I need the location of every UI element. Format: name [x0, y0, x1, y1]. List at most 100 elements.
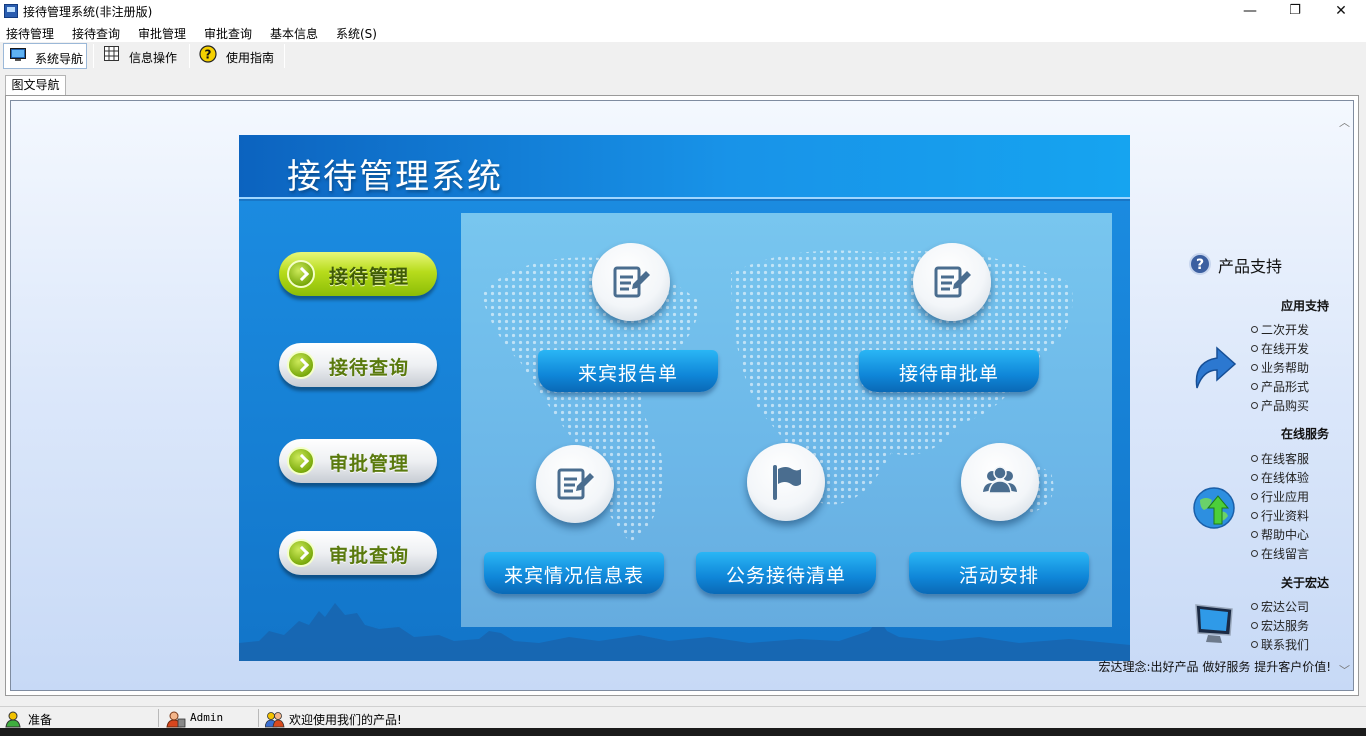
globe-upload-icon: [1193, 487, 1235, 529]
link-online-dev[interactable]: 在线开发: [1251, 340, 1309, 357]
about-hongda-title: 关于宏达: [1281, 576, 1330, 590]
product-support-heading: 产品支持: [1218, 257, 1283, 276]
arrow-right-icon: [287, 447, 315, 475]
app-icon: [4, 4, 18, 18]
application-window: 接待管理系统(非注册版) — ❐ ✕ 接待管理 接待查询 审批管理 审批查询 基…: [0, 0, 1366, 736]
app-support-title: 应用支持: [1281, 299, 1330, 313]
official-reception-tile[interactable]: [747, 443, 825, 521]
menu-system[interactable]: 系统(S): [336, 25, 377, 42]
link-online-message[interactable]: 在线留言: [1251, 545, 1309, 562]
status-separator: [158, 709, 159, 727]
maximize-button[interactable]: ❐: [1272, 0, 1318, 23]
link-help-center[interactable]: 帮助中心: [1251, 526, 1309, 543]
people-icon: [983, 466, 1017, 494]
svg-text:?: ?: [205, 48, 212, 62]
guest-report-button[interactable]: 来宾报告单: [538, 350, 718, 392]
status-user-icon: [5, 711, 21, 728]
reception-approval-button[interactable]: 接待审批单: [859, 350, 1039, 392]
grid-icon: [104, 46, 119, 61]
close-button[interactable]: ✕: [1318, 0, 1364, 23]
document-edit-icon: [613, 266, 650, 298]
banner-body: 接待管理 接待查询 审批管理 审批查询 来宾报告单 接待审批单 来宾情况信息表 …: [239, 201, 1130, 661]
question-icon: ?: [1189, 253, 1211, 275]
help-icon: ?: [199, 45, 217, 63]
menu-basic-info[interactable]: 基本信息: [270, 25, 318, 42]
banner-title: 接待管理系统: [287, 157, 503, 197]
link-product-form[interactable]: 产品形式: [1251, 378, 1309, 395]
menu-approval-query[interactable]: 审批查询: [204, 25, 252, 42]
function-tiles-area: 来宾报告单 接待审批单 来宾情况信息表 公务接待清单 活动安排: [461, 213, 1112, 627]
arrow-right-icon: [287, 539, 315, 567]
title-bar[interactable]: 接待管理系统(非注册版) — ❐ ✕: [0, 0, 1366, 23]
guest-info-label: 来宾情况信息表: [503, 565, 644, 587]
curved-arrow-icon: [1195, 346, 1237, 389]
main-panel: 接待管理系统 接待管理 接待查询 审批管理 审批查询 来宾报告单 接待审批单 来…: [5, 95, 1359, 696]
menu-bar: 接待管理 接待查询 审批管理 审批查询 基本信息 系统(S): [0, 23, 1366, 42]
guest-info-tile[interactable]: [536, 445, 614, 523]
official-reception-button[interactable]: 公务接待清单: [696, 552, 876, 594]
document-edit-icon: [934, 266, 971, 298]
svg-text:?: ?: [1196, 257, 1204, 273]
arrow-right-icon: [287, 351, 315, 379]
link-business-help[interactable]: 业务帮助: [1251, 359, 1309, 376]
system-nav-button[interactable]: 系统导航: [3, 43, 87, 69]
toolbar-separator: [284, 44, 285, 68]
navigation-canvas: 接待管理系统 接待管理 接待查询 审批管理 审批查询 来宾报告单 接待审批单 来…: [10, 100, 1354, 691]
user-guide-button[interactable]: ? 使用指南: [195, 43, 283, 69]
menu-reception-query[interactable]: 接待查询: [72, 25, 120, 42]
reception-manage-button[interactable]: 接待管理: [279, 252, 437, 296]
scroll-down-icon[interactable]: ﹀: [1339, 665, 1350, 676]
banner-header: 接待管理系统: [239, 135, 1130, 199]
computer-monitor-icon: [1195, 604, 1233, 643]
reception-approval-label: 接待审批单: [898, 363, 999, 385]
activity-arrangement-tile[interactable]: [961, 443, 1039, 521]
approval-manage-button[interactable]: 审批管理: [279, 439, 437, 483]
link-contact-us[interactable]: 联系我们: [1251, 636, 1309, 653]
approval-query-button[interactable]: 审批查询: [279, 531, 437, 575]
guest-report-tile[interactable]: [592, 243, 670, 321]
arrow-right-icon: [287, 260, 315, 288]
menu-approval-manage[interactable]: 审批管理: [138, 25, 186, 42]
link-online-support[interactable]: 在线客服: [1251, 450, 1309, 467]
status-message-text: 欢迎使用我们的产品!: [289, 713, 402, 727]
link-hongda-service[interactable]: 宏达服务: [1251, 617, 1309, 634]
link-online-trial[interactable]: 在线体验: [1251, 469, 1309, 486]
reception-query-label: 接待查询: [329, 357, 410, 379]
link-hongda-company[interactable]: 宏达公司: [1251, 598, 1309, 615]
official-reception-label: 公务接待清单: [725, 565, 846, 587]
window-title: 接待管理系统(非注册版): [23, 5, 153, 19]
reception-approval-tile[interactable]: [913, 243, 991, 321]
vertical-scrollbar[interactable]: ︿ ﹀: [1336, 101, 1353, 690]
reception-query-button[interactable]: 接待查询: [279, 343, 437, 387]
status-bar: 准备 Admin 欢迎使用我们的产品!: [0, 706, 1366, 728]
system-banner: 接待管理系统 接待管理 接待查询 审批管理 审批查询 来宾报告单 接待审批单 来…: [239, 135, 1130, 661]
link-product-purchase[interactable]: 产品购买: [1251, 397, 1309, 414]
link-industry-app[interactable]: 行业应用: [1251, 488, 1309, 505]
document-edit-icon: [557, 468, 594, 500]
reception-manage-label: 接待管理: [329, 266, 410, 288]
info-operation-button[interactable]: 信息操作: [99, 43, 183, 69]
link-industry-data[interactable]: 行业资料: [1251, 507, 1309, 524]
guest-info-button[interactable]: 来宾情况信息表: [484, 552, 664, 594]
activity-arrangement-label: 活动安排: [958, 565, 1039, 587]
tab-graphic-navigation[interactable]: 图文导航: [5, 75, 66, 96]
approval-query-label: 审批查询: [329, 545, 410, 567]
system-nav-label: 系统导航: [35, 52, 84, 66]
flag-icon: [773, 465, 801, 500]
toolbar: 系统导航 信息操作 ? 使用指南: [0, 42, 1366, 70]
link-secondary-dev[interactable]: 二次开发: [1251, 321, 1309, 338]
minimize-button[interactable]: —: [1227, 0, 1273, 23]
status-separator: [258, 709, 259, 727]
menu-reception-manage[interactable]: 接待管理: [6, 25, 54, 42]
activity-arrangement-button[interactable]: 活动安排: [909, 552, 1089, 594]
status-message: 欢迎使用我们的产品!: [265, 710, 465, 728]
status-user-text: Admin: [190, 711, 224, 724]
users-group-icon: [265, 712, 285, 728]
user-avatar-icon: [166, 711, 186, 728]
status-user: Admin: [166, 710, 256, 728]
scroll-up-icon[interactable]: ︿: [1339, 117, 1350, 128]
status-state-text: 准备: [28, 713, 53, 727]
monitor-icon: [10, 48, 26, 61]
tab-strip: 图文导航: [0, 72, 1366, 96]
company-slogan: 宏达理念:出好产品 做好服务 提升客户价值!: [1098, 660, 1331, 674]
